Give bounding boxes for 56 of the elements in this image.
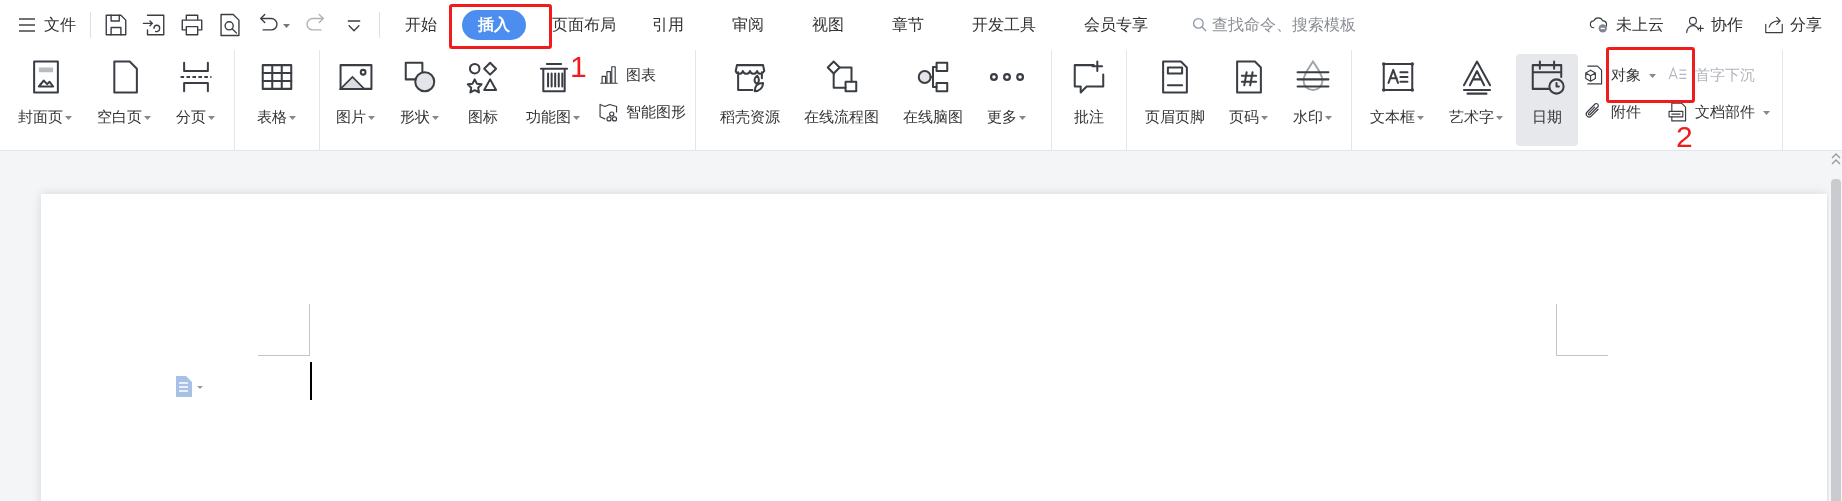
ribbon-button[interactable]: 日期 [1516, 54, 1578, 146]
search-field[interactable]: 查找命令、搜索模板 [1192, 13, 1382, 37]
ribbon-button[interactable]: 封面页 [6, 54, 85, 146]
ribbon-button[interactable]: 图标 [452, 54, 514, 146]
ribbon-button[interactable]: 稻壳资源 [708, 54, 792, 146]
scrollbar-thumb[interactable] [1830, 179, 1841, 501]
callout-number: 1 [570, 50, 587, 84]
ribbon-tab[interactable]: 章节 [868, 10, 948, 40]
ribbon-tab[interactable]: 页面布局 [540, 10, 628, 40]
text-cursor [310, 362, 312, 400]
toolbar-button[interactable]: 分享 [1753, 13, 1832, 37]
scrollbar[interactable] [1829, 151, 1842, 501]
cube-document-icon [1583, 64, 1605, 87]
ribbon-button[interactable]: 表格 [245, 54, 309, 146]
margin-corner-mark [258, 304, 310, 356]
margin-corner-mark [1556, 304, 1608, 356]
bar-chart-icon [598, 64, 620, 87]
ribbon-button[interactable]: 空白页 [85, 54, 164, 146]
save-icon [103, 12, 129, 38]
ribbon-button[interactable]: 智能图形 [596, 100, 688, 123]
ribbon-button[interactable]: 页眉页脚 [1133, 54, 1217, 146]
share-icon [1763, 14, 1785, 36]
toolbar-button[interactable]: 协作 [1674, 13, 1753, 37]
ribbon-tab[interactable]: 开发工具 [948, 10, 1060, 40]
callout-number: 2 [1676, 120, 1693, 154]
ribbon-button[interactable]: 艺术字 [1437, 54, 1516, 146]
scroll-up-icon[interactable] [1830, 151, 1841, 167]
print-preview-icon [217, 12, 243, 38]
ribbon-button[interactable]: 图片 [324, 54, 388, 146]
toolbar-button[interactable]: 未上云 [1579, 13, 1674, 37]
print-icon [179, 12, 205, 38]
ribbon-button[interactable]: 批注 [1058, 54, 1120, 146]
ribbon-tab[interactable]: 视图 [788, 10, 868, 40]
ribbon-button[interactable]: 分页 [164, 54, 228, 146]
file-menu-button[interactable]: 文件 [18, 13, 90, 37]
ribbon-button[interactable]: 更多 [975, 54, 1039, 146]
ribbon-tab[interactable]: 会员专享 [1060, 10, 1172, 40]
ribbon-button[interactable]: 在线流程图 [792, 54, 891, 146]
ribbon-button[interactable]: 图表 [596, 64, 688, 87]
caret-icon [283, 23, 291, 29]
export-icon [141, 12, 167, 38]
ribbon-button[interactable]: 在线脑图 [891, 54, 975, 146]
ribbon-button[interactable]: 对象 [1581, 64, 1659, 87]
ribbon-button[interactable]: 形状 [388, 54, 452, 146]
menu-icon [18, 18, 36, 32]
ribbon-button[interactable]: 文档部件 [1665, 100, 1773, 123]
ribbon-button[interactable]: 水印 [1281, 54, 1345, 146]
ribbon-button[interactable]: 页码 [1217, 54, 1281, 146]
ribbon-tab[interactable]: 开始 [394, 10, 448, 40]
document-part-icon [1667, 100, 1689, 123]
ribbon-button[interactable]: 文本框 [1358, 54, 1437, 146]
ribbon-tab[interactable]: 审阅 [708, 10, 788, 40]
ribbon-tab[interactable]: 引用 [628, 10, 708, 40]
add-person-icon [1684, 14, 1706, 36]
dots-icon [990, 73, 1024, 81]
ribbon-button[interactable]: 附件 [1581, 100, 1659, 123]
